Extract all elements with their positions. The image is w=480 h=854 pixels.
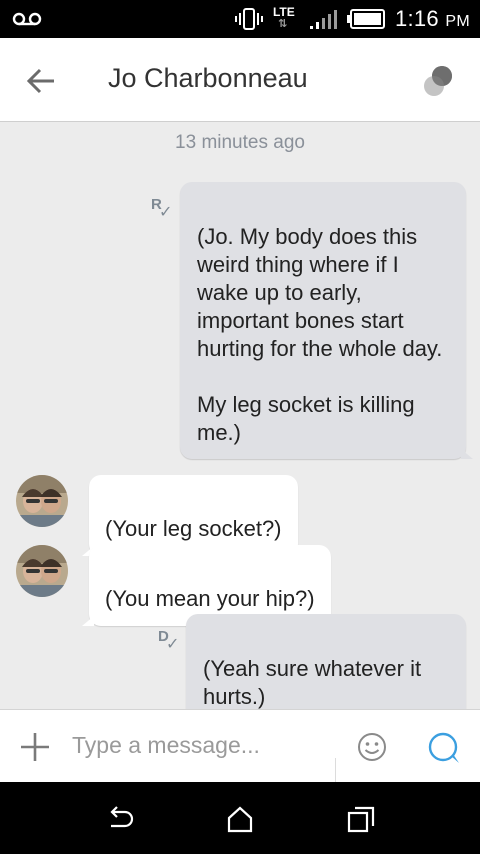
signal-icon xyxy=(309,10,337,29)
plus-icon[interactable] xyxy=(18,730,52,764)
conversation-header: Jo Charbonneau xyxy=(0,38,480,122)
message-composer xyxy=(0,709,480,783)
contact-name[interactable]: Jo Charbonneau xyxy=(108,63,308,94)
clock-suffix: PM xyxy=(445,13,470,30)
battery-icon xyxy=(346,9,385,29)
vibrate-icon xyxy=(234,8,263,30)
clock-time: 1:16 xyxy=(394,6,439,31)
contact-avatar[interactable] xyxy=(16,475,68,527)
status-bar: LTE ⇅ 1:16 PM xyxy=(0,0,480,38)
message-bubble-incoming[interactable]: (Your leg socket?) xyxy=(82,475,298,556)
message-text: (You mean your hip?) xyxy=(105,586,315,611)
contact-status-dot-icon[interactable] xyxy=(420,62,458,100)
receipt-check-icon: ✓ xyxy=(166,636,180,653)
message-bubble-outgoing[interactable]: (Jo. My body does this weird thing where… xyxy=(180,182,473,459)
lte-icon: LTE ⇅ xyxy=(273,5,299,33)
message-text: (Jo. My body does this weird thing where… xyxy=(197,224,443,445)
send-bubble-icon[interactable] xyxy=(426,730,462,766)
receipt-check-icon: ✓ xyxy=(159,204,173,221)
message-bubble-outgoing[interactable]: (Yeah sure whatever it hurts.) xyxy=(186,614,473,723)
input-divider xyxy=(335,758,336,783)
contact-avatar[interactable] xyxy=(16,545,68,597)
home-icon[interactable] xyxy=(225,804,255,834)
avatar-photo-icon xyxy=(16,475,68,527)
voicemail-icon xyxy=(12,12,42,26)
message-input[interactable] xyxy=(72,724,332,766)
message-text: (Yeah sure whatever it hurts.) xyxy=(203,656,422,709)
back-arrow-icon[interactable] xyxy=(24,64,58,98)
smiley-icon[interactable] xyxy=(356,731,388,763)
status-clock: 1:16 PM xyxy=(395,6,470,32)
avatar-photo-icon xyxy=(16,545,68,597)
network-type: LTE xyxy=(272,5,295,19)
recents-icon[interactable] xyxy=(346,804,376,834)
message-text: (Your leg socket?) xyxy=(105,516,282,541)
delivered-receipt-icon: D ✓ xyxy=(158,628,180,653)
system-nav-bar xyxy=(0,782,480,854)
message-timestamp: 13 minutes ago xyxy=(175,132,305,153)
back-icon[interactable] xyxy=(105,804,135,834)
read-receipt-icon: R ✓ xyxy=(151,196,173,221)
data-arrows-icon: ⇅ xyxy=(277,18,288,30)
status-icons: LTE ⇅ 1:16 PM xyxy=(234,4,470,34)
